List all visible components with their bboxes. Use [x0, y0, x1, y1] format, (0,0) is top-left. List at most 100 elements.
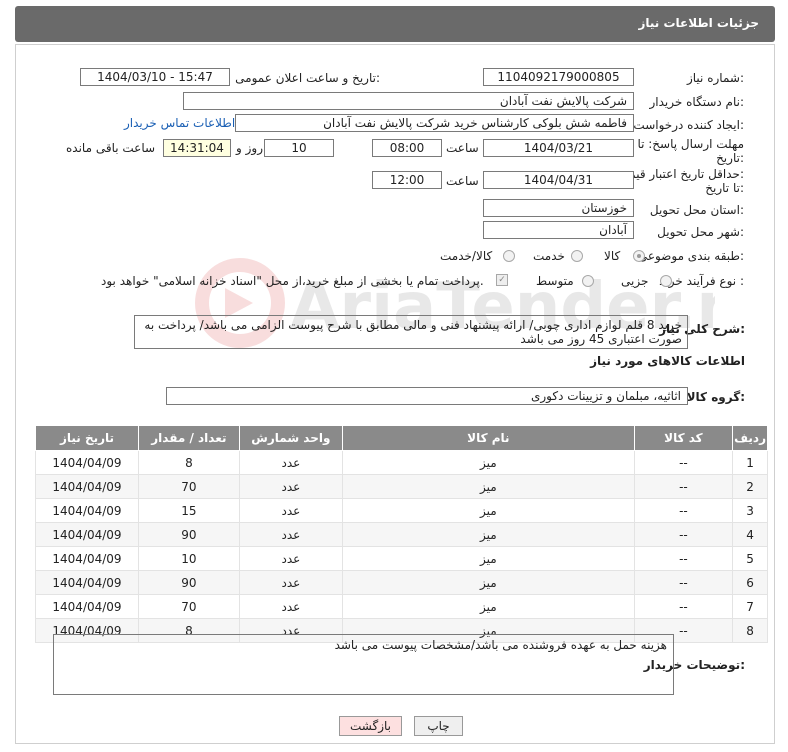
- province-label: استان محل تحویل:: [649, 203, 744, 217]
- price-validity-time-field[interactable]: 12:00: [372, 171, 442, 189]
- city-label: شهر محل تحویل:: [657, 225, 744, 239]
- buyer-field[interactable]: شرکت پالایش نفت آبادان: [183, 92, 634, 110]
- cell-row: 6: [732, 570, 768, 595]
- announce-field[interactable]: 1404/03/10 - 15:47: [80, 68, 230, 86]
- cell-quantity: 70: [137, 594, 240, 619]
- category-option-service: خدمت: [533, 249, 565, 263]
- print-button[interactable]: چاپ: [414, 716, 463, 736]
- price-validity-time-label: ساعت: [446, 174, 479, 188]
- col-need-date: تاریخ نیاز: [35, 425, 139, 451]
- table-row: 3 -- میز عدد 15 1404/04/09: [35, 498, 768, 523]
- category-label: طبقه بندی موضوعی:: [637, 249, 744, 263]
- cell-name: میز: [341, 570, 635, 595]
- cell-code: --: [633, 450, 734, 475]
- city-field[interactable]: آبادان: [483, 221, 634, 239]
- category-option-goods: کالا: [604, 249, 621, 263]
- price-validity-date-field[interactable]: 1404/04/31: [483, 171, 634, 189]
- treasury-payment-note: پرداخت تمام یا بخشی از مبلغ خرید،از محل …: [101, 274, 484, 288]
- cell-code: --: [633, 498, 734, 523]
- cell-need-date: 1404/04/09: [35, 522, 139, 547]
- cell-unit: عدد: [238, 450, 343, 475]
- back-button[interactable]: بازگشت: [339, 716, 402, 736]
- cell-row: 5: [732, 546, 768, 571]
- goods-group-label: گروه کالا:: [686, 390, 745, 404]
- province-field[interactable]: خوزستان: [483, 199, 634, 217]
- cell-unit: عدد: [238, 498, 343, 523]
- table-row: 2 -- میز عدد 70 1404/04/09: [35, 474, 768, 499]
- goods-table-header: ردیف کد کالا نام کالا واحد شمارش تعداد /…: [35, 425, 768, 451]
- table-row: 6 -- میز عدد 90 1404/04/09: [35, 570, 768, 595]
- cell-unit: عدد: [238, 594, 343, 619]
- table-row: 7 -- میز عدد 70 1404/04/09: [35, 594, 768, 619]
- col-unit: واحد شمارش: [238, 425, 343, 451]
- cell-unit: عدد: [238, 546, 343, 571]
- cell-name: میز: [341, 474, 635, 499]
- need-number-label: شماره نیاز:: [686, 71, 744, 85]
- category-radio-goods-service[interactable]: [503, 250, 515, 262]
- cell-name: میز: [341, 546, 635, 571]
- cell-row: 3: [732, 498, 768, 523]
- cell-code: --: [633, 570, 734, 595]
- table-row: 4 -- میز عدد 90 1404/04/09: [35, 522, 768, 547]
- cell-quantity: 8: [137, 450, 240, 475]
- cell-row: 7: [732, 594, 768, 619]
- process-radio-medium[interactable]: [582, 275, 594, 287]
- cell-name: میز: [341, 498, 635, 523]
- buyer-notes-textarea[interactable]: هزینه حمل به عهده فروشنده می باشد/مشخصات…: [53, 634, 674, 695]
- cell-row: 8: [732, 618, 768, 643]
- price-validity-label: حداقل تاریخ اعتبار قیمت:: [617, 167, 744, 181]
- process-option-medium: متوسط: [536, 274, 574, 288]
- cell-need-date: 1404/04/09: [35, 498, 139, 523]
- cell-name: میز: [341, 594, 635, 619]
- cell-row: 1: [732, 450, 768, 475]
- creator-label: ایجاد کننده درخواست:: [633, 118, 744, 132]
- cell-quantity: 90: [137, 522, 240, 547]
- cell-unit: عدد: [238, 570, 343, 595]
- table-row: 5 -- میز عدد 10 1404/04/09: [35, 546, 768, 571]
- cell-need-date: 1404/04/09: [35, 546, 139, 571]
- cell-name: میز: [341, 522, 635, 547]
- goods-table: ردیف کد کالا نام کالا واحد شمارش تعداد /…: [35, 425, 768, 643]
- category-radio-service[interactable]: [571, 250, 583, 262]
- goods-group-field[interactable]: اثاثیه، مبلمان و تزیینات دکوری: [166, 387, 688, 405]
- cell-quantity: 15: [137, 498, 240, 523]
- cell-quantity: 70: [137, 474, 240, 499]
- days-label: روز و: [236, 141, 263, 155]
- deadline-label: مهلت ارسال پاسخ: تا: [637, 137, 744, 151]
- cell-code: --: [633, 522, 734, 547]
- creator-field[interactable]: فاطمه شش بلوکی کارشناس خرید شرکت پالایش …: [235, 114, 634, 132]
- buyer-contact-link[interactable]: اطلاعات تماس خریدار: [124, 116, 235, 130]
- deadline-time-field[interactable]: 08:00: [372, 139, 442, 157]
- days-field[interactable]: 10: [264, 139, 334, 157]
- cell-need-date: 1404/04/09: [35, 450, 139, 475]
- col-quantity: تعداد / مقدار: [137, 425, 240, 451]
- process-radio-minor[interactable]: [660, 275, 672, 287]
- deadline-date-field[interactable]: 1404/03/21: [483, 139, 634, 157]
- table-row: 1 -- میز عدد 8 1404/04/09: [35, 450, 768, 475]
- cell-name: میز: [341, 450, 635, 475]
- deadline-time-label: ساعت: [446, 141, 479, 155]
- cell-quantity: 90: [137, 570, 240, 595]
- col-code: کد کالا: [633, 425, 734, 451]
- need-number-field[interactable]: 1104092179000805: [483, 68, 634, 86]
- remaining-time-field: 14:31:04: [163, 139, 231, 157]
- category-option-goods-service: کالا/خدمت: [440, 249, 493, 263]
- cell-row: 4: [732, 522, 768, 547]
- treasury-payment-checkbox[interactable]: ✓: [496, 274, 508, 286]
- deadline-label-2: تاریخ:: [716, 151, 744, 165]
- description-textarea[interactable]: خرید 8 قلم لوازم اداری چوبی/ ارائه پیشنه…: [134, 315, 688, 349]
- remaining-time-label: ساعت باقی مانده: [66, 141, 156, 155]
- col-name: نام کالا: [341, 425, 635, 451]
- process-option-minor: جزیی: [621, 274, 649, 288]
- cell-code: --: [633, 474, 734, 499]
- cell-code: --: [633, 594, 734, 619]
- cell-need-date: 1404/04/09: [35, 474, 139, 499]
- cell-code: --: [633, 546, 734, 571]
- cell-need-date: 1404/04/09: [35, 570, 139, 595]
- panel-title: جزئیات اطلاعات نیاز: [638, 16, 759, 30]
- category-radio-goods[interactable]: [633, 250, 645, 262]
- goods-section-title: اطلاعات کالاهای مورد نیاز: [590, 354, 745, 368]
- cell-row: 2: [732, 474, 768, 499]
- price-validity-label-2: تا تاریخ:: [705, 181, 744, 195]
- buyer-label: نام دستگاه خریدار:: [649, 95, 745, 109]
